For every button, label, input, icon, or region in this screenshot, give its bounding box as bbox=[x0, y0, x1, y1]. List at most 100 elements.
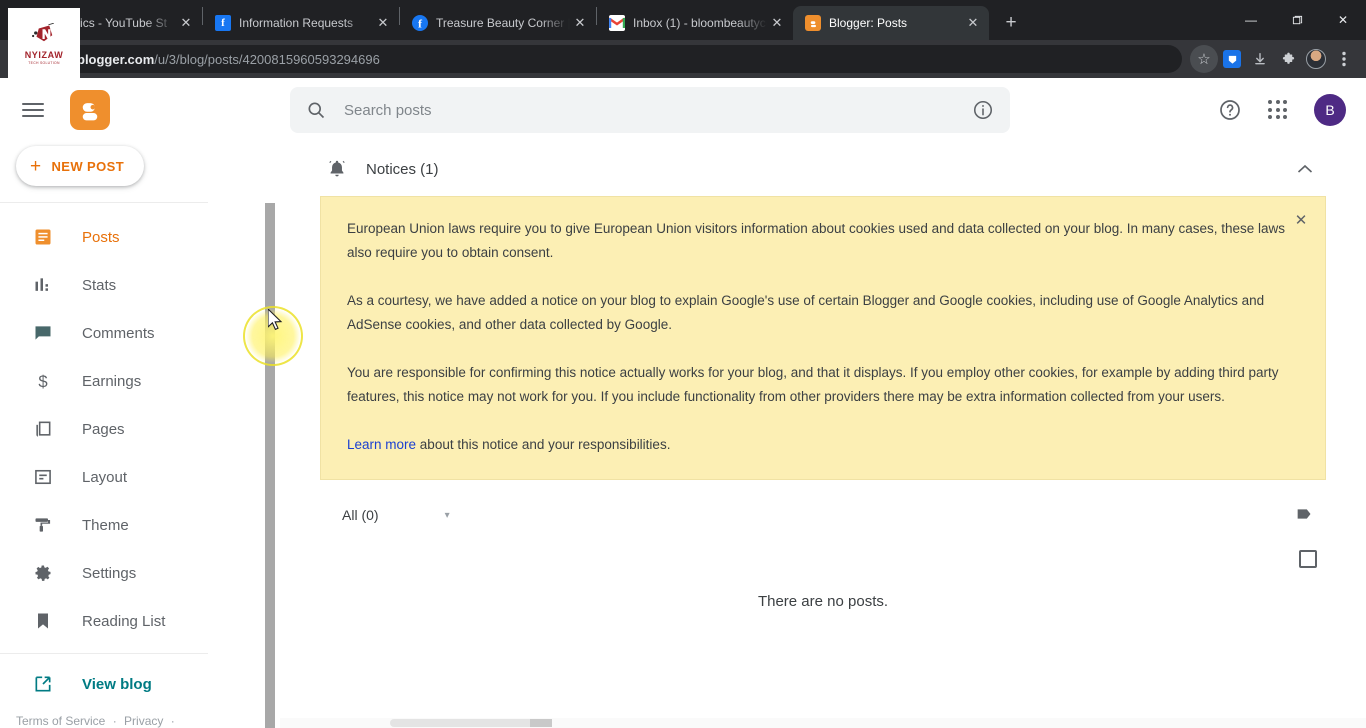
sidebar-item-label: Settings bbox=[82, 564, 137, 582]
new-post-button[interactable]: + NEW POST bbox=[16, 146, 145, 186]
sidebar-item-label: Posts bbox=[82, 228, 120, 246]
privacy-link[interactable]: Privacy bbox=[124, 714, 163, 728]
sidebar-item-stats[interactable]: Stats bbox=[0, 261, 279, 309]
horizontal-scrollbar[interactable] bbox=[280, 718, 1366, 728]
close-icon[interactable]: ✕ bbox=[176, 13, 196, 33]
close-icon[interactable]: ✕ bbox=[963, 13, 983, 33]
url-path: /u/3/blog/posts/4200815960593294696 bbox=[154, 51, 380, 67]
scrollbar-thumb[interactable] bbox=[265, 203, 275, 728]
minimize-button[interactable]: — bbox=[1228, 4, 1274, 36]
sidebar-item-pages[interactable]: Pages bbox=[0, 405, 279, 453]
address-bar[interactable]: blogger.com/u/3/blog/posts/4200815960593… bbox=[44, 45, 1182, 73]
notice-learn-more-paragraph: Learn more about this notice and your re… bbox=[347, 433, 1299, 457]
browser-tab-treasure-beauty-corner[interactable]: f Treasure Beauty Corner | Facebo ✕ bbox=[400, 6, 596, 40]
posts-icon bbox=[32, 226, 54, 248]
scrollbar-thumb-secondary[interactable] bbox=[530, 719, 552, 727]
facebook-icon: f bbox=[412, 15, 428, 31]
download-icon[interactable] bbox=[1246, 45, 1274, 73]
chevron-up-icon[interactable] bbox=[1294, 161, 1316, 178]
browser-tab-blogger-posts[interactable]: Blogger: Posts ✕ bbox=[793, 6, 989, 40]
help-circle-icon[interactable] bbox=[1218, 98, 1242, 122]
sidebar-item-reading-list[interactable]: Reading List bbox=[0, 597, 279, 645]
new-tab-button[interactable]: + bbox=[997, 9, 1025, 37]
toolbar-actions: ☆ bbox=[1190, 45, 1358, 73]
sidebar-item-label: Theme bbox=[82, 516, 129, 534]
extension-blue-icon[interactable] bbox=[1218, 45, 1246, 73]
sidebar: + NEW POST Posts Stats Comments $ Earnin… bbox=[0, 78, 280, 728]
close-icon[interactable]: ✕ bbox=[373, 13, 393, 33]
close-icon[interactable]: ✕ bbox=[1291, 211, 1311, 231]
sidebar-scrollbar[interactable] bbox=[265, 203, 275, 728]
sidebar-item-label: Reading List bbox=[82, 612, 166, 630]
apps-grid-icon[interactable] bbox=[1268, 100, 1288, 120]
blogger-app: + NEW POST Posts Stats Comments $ Earnin… bbox=[0, 78, 1366, 728]
sidebar-header bbox=[0, 78, 279, 142]
sidebar-item-posts[interactable]: Posts bbox=[0, 213, 279, 261]
sidebar-item-comments[interactable]: Comments bbox=[0, 309, 279, 357]
gmail-icon bbox=[609, 15, 625, 31]
maximize-button[interactable] bbox=[1274, 4, 1320, 36]
terms-link[interactable]: Terms of Service bbox=[16, 714, 105, 728]
app-bar-actions: B bbox=[1218, 94, 1346, 126]
three-dot-menu-icon[interactable] bbox=[1330, 45, 1358, 73]
sidebar-item-label: Earnings bbox=[82, 372, 142, 390]
notice-paragraph: You are responsible for confirming this … bbox=[347, 365, 1279, 404]
sidebar-nav: Posts Stats Comments $ Earnings Pages La… bbox=[0, 213, 279, 653]
notices-header: Notices (1) bbox=[320, 142, 1326, 196]
browser-toolbar: blogger.com/u/3/blog/posts/4200815960593… bbox=[0, 40, 1366, 78]
profile-avatar-icon[interactable] bbox=[1302, 45, 1330, 73]
nyizaw-mark-icon bbox=[32, 23, 54, 42]
nyizaw-tagline-text: TECH SOLUTION bbox=[28, 61, 60, 65]
search-icon bbox=[306, 99, 328, 121]
blogger-logo-icon[interactable] bbox=[70, 90, 110, 130]
pages-icon bbox=[32, 418, 54, 440]
learn-more-link[interactable]: Learn more bbox=[347, 437, 416, 452]
main-content: B Notices (1) ✕ European Union laws requ… bbox=[280, 78, 1366, 728]
legal-separator: · bbox=[170, 714, 175, 728]
tab-title: Blogger: Posts bbox=[829, 16, 908, 30]
svg-text:$: $ bbox=[38, 372, 47, 391]
url-host: blogger.com bbox=[77, 51, 155, 67]
extensions-puzzle-icon[interactable] bbox=[1274, 45, 1302, 73]
blogger-icon bbox=[805, 15, 821, 31]
sidebar-divider bbox=[0, 202, 208, 203]
search-input[interactable] bbox=[344, 101, 956, 119]
bookmark-icon bbox=[32, 610, 54, 632]
nyizaw-watermark-logo: NYIZAW TECH SOLUTION bbox=[8, 8, 80, 80]
view-blog-button[interactable]: View blog bbox=[0, 662, 279, 706]
browser-tab-information-requests[interactable]: f Information Requests ✕ bbox=[203, 6, 399, 40]
sidebar-item-settings[interactable]: Settings bbox=[0, 549, 279, 597]
eu-cookie-notice-card: ✕ European Union laws require you to giv… bbox=[320, 196, 1326, 480]
tab-title: Inbox (1) - bloombeautycosme bbox=[633, 16, 767, 30]
view-blog-label: View blog bbox=[82, 675, 152, 693]
sidebar-item-theme[interactable]: Theme bbox=[0, 501, 279, 549]
search-container[interactable] bbox=[290, 87, 1010, 133]
window-controls: — ✕ bbox=[1228, 0, 1366, 40]
close-icon[interactable]: ✕ bbox=[767, 13, 787, 33]
posts-filter-row: All (0) ▾ bbox=[320, 480, 1326, 550]
legal-separator: · bbox=[112, 714, 117, 728]
sidebar-item-label: Pages bbox=[82, 420, 125, 438]
sidebar-item-earnings[interactable]: $ Earnings bbox=[0, 357, 279, 405]
notice-paragraph: As a courtesy, we have added a notice on… bbox=[347, 293, 1265, 332]
sidebar-item-layout[interactable]: Layout bbox=[0, 453, 279, 501]
browser-tab-inbox-gmail[interactable]: Inbox (1) - bloombeautycosme ✕ bbox=[597, 6, 793, 40]
app-top-bar: B bbox=[280, 78, 1366, 142]
info-circle-icon[interactable] bbox=[972, 99, 994, 121]
empty-state-message: There are no posts. bbox=[757, 593, 889, 610]
bookmark-star-icon[interactable]: ☆ bbox=[1190, 45, 1218, 73]
hamburger-menu-icon[interactable] bbox=[22, 103, 44, 117]
gear-icon bbox=[32, 562, 54, 584]
external-link-icon bbox=[32, 673, 54, 695]
close-window-button[interactable]: ✕ bbox=[1320, 4, 1366, 36]
select-all-checkbox[interactable] bbox=[1299, 550, 1317, 568]
sidebar-footer-divider bbox=[0, 653, 208, 654]
new-post-label: NEW POST bbox=[51, 158, 125, 174]
post-status-filter[interactable]: All (0) ▾ bbox=[342, 507, 450, 523]
scrollbar-thumb[interactable] bbox=[390, 719, 550, 727]
close-icon[interactable]: ✕ bbox=[570, 13, 590, 33]
browser-tabstrip: l analytics - YouTube St ✕ f Information… bbox=[0, 0, 1366, 40]
notice-paragraph: European Union laws require you to give … bbox=[347, 221, 1286, 260]
label-tag-icon[interactable] bbox=[1294, 503, 1318, 527]
avatar[interactable]: B bbox=[1314, 94, 1346, 126]
